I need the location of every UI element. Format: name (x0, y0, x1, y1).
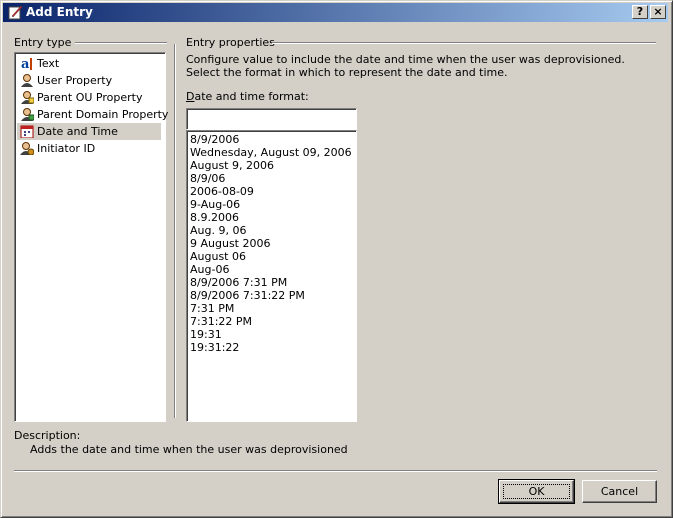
entry-type-item[interactable]: a Text (17, 55, 161, 72)
format-list-item[interactable]: 9 August 2006 (190, 237, 270, 250)
entry-type-item[interactable]: User Property (17, 72, 161, 89)
user-property-icon (21, 74, 33, 87)
cancel-button[interactable]: Cancel (582, 480, 657, 503)
format-list-item[interactable]: 2006-08-09 (190, 185, 254, 198)
entry-type-item[interactable]: Parent Domain Property (17, 106, 168, 123)
format-list-item[interactable]: 7:31 PM (190, 302, 234, 315)
entry-type-item-label: Parent OU Property (37, 91, 143, 104)
cancel-button-label: Cancel (600, 485, 639, 498)
format-input[interactable] (186, 108, 357, 130)
vertical-separator (174, 44, 176, 418)
window-title: Add Entry (26, 5, 93, 19)
format-list[interactable]: 8/9/2006 Wednesday, August 09, 2006 August… (186, 130, 357, 422)
format-list-item[interactable]: 8/9/06 (190, 172, 225, 185)
text-icon: a (21, 57, 32, 70)
description-value: Adds the date and time when the user was… (30, 443, 348, 456)
entry-type-item[interactable]: Parent OU Property (17, 89, 161, 106)
entry-type-item-label: Date and Time (37, 125, 118, 138)
ok-focus-ring (503, 484, 570, 499)
entry-type-list[interactable]: a Text User Property Parent OU Property Pare… (14, 52, 168, 422)
entry-type-item[interactable]: Initiator ID (17, 140, 161, 157)
parent-ou-icon (21, 91, 34, 104)
svg-text:a: a (21, 57, 30, 70)
ok-button[interactable]: OK (498, 479, 575, 504)
format-list-item[interactable]: 7:31:22 PM (190, 315, 252, 328)
format-list-item[interactable]: 9-Aug-06 (190, 198, 240, 211)
entry-type-item[interactable]: Date and Time (17, 123, 161, 140)
format-list-item[interactable]: 8/9/2006 7:31:22 PM (190, 289, 305, 302)
horizontal-separator (14, 470, 657, 472)
entry-type-item-label: Parent Domain Property (37, 108, 169, 121)
format-list-item[interactable]: August 06 (190, 250, 246, 263)
format-label: Date and time format: (186, 90, 309, 103)
title-bar[interactable]: Add Entry ? × (3, 3, 668, 22)
entry-type-item-label: User Property (37, 74, 113, 87)
help-button[interactable]: ? (632, 5, 648, 19)
parent-domain-icon (21, 108, 34, 121)
initiator-icon (20, 142, 34, 155)
format-list-item[interactable]: 19:31 (190, 328, 222, 341)
close-button[interactable]: × (650, 5, 666, 19)
format-list-item[interactable]: 8.9.2006 (190, 211, 239, 224)
format-list-item[interactable]: 8/9/2006 (190, 133, 239, 146)
entry-type-item-label: Text (37, 57, 60, 70)
format-label-text: ate and time format: (194, 90, 309, 103)
format-list-item[interactable]: 8/9/2006 7:31 PM (190, 276, 287, 289)
entry-type-group-label: Entry type (14, 36, 72, 49)
description-label: Description: (14, 429, 81, 442)
calendar-icon (20, 125, 34, 138)
format-list-item[interactable]: 19:31:22 (190, 341, 239, 354)
entry-properties-group-label: Entry properties (186, 36, 275, 49)
entry-properties-group-line (272, 42, 656, 44)
format-list-item[interactable]: Wednesday, August 09, 2006 (190, 146, 352, 159)
format-list-item[interactable]: Aug-06 (190, 263, 229, 276)
entry-type-group-line (75, 42, 167, 44)
entry-properties-description: Configure value to include the date and … (186, 53, 625, 79)
app-icon (8, 5, 23, 20)
format-list-item[interactable]: Aug. 9, 06 (190, 224, 246, 237)
format-list-item[interactable]: August 9, 2006 (190, 159, 274, 172)
entry-type-item-label: Initiator ID (37, 142, 96, 155)
